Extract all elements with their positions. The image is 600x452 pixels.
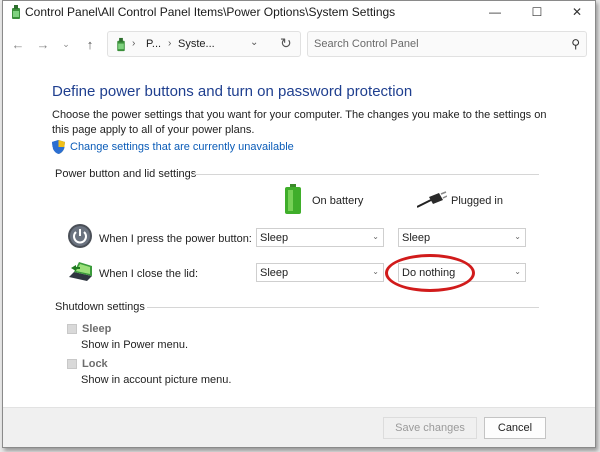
breadcrumb-power-options[interactable]: P... xyxy=(146,38,161,50)
lid-battery-value: Sleep xyxy=(260,267,289,279)
minimize-button[interactable]: — xyxy=(475,1,515,23)
sleep-checkbox[interactable] xyxy=(67,324,77,334)
power-button-battery-value: Sleep xyxy=(260,232,289,244)
sleep-checkbox-row[interactable]: Sleep xyxy=(67,323,111,335)
cancel-button[interactable]: Cancel xyxy=(484,417,546,439)
uac-shield-icon xyxy=(52,140,65,154)
power-button-battery-select[interactable]: Sleep ⌄ xyxy=(256,228,384,247)
refresh-icon[interactable]: ↻ xyxy=(280,35,292,52)
breadcrumb-separator: › xyxy=(168,38,172,49)
power-button-row-label: When I press the power button: xyxy=(99,233,252,245)
lid-battery-select[interactable]: Sleep ⌄ xyxy=(256,263,384,282)
search-input[interactable] xyxy=(308,32,586,56)
chevron-down-icon: ⌄ xyxy=(372,232,379,241)
on-battery-header: On battery xyxy=(312,195,364,207)
control-panel-icon xyxy=(117,37,125,52)
plugged-in-header: Plugged in xyxy=(451,195,503,207)
maximize-button[interactable]: ☐ xyxy=(517,1,557,23)
lid-row-label: When I close the lid: xyxy=(99,268,199,280)
up-button[interactable]: ↑ xyxy=(81,35,99,53)
annotation-highlight-circle xyxy=(385,254,475,292)
group-divider xyxy=(193,174,539,175)
chevron-down-icon: ⌄ xyxy=(514,232,521,241)
forward-button[interactable]: → xyxy=(34,35,52,53)
lock-checkbox-row[interactable]: Lock xyxy=(67,358,108,370)
breadcrumb-system-settings[interactable]: Syste... xyxy=(178,38,215,50)
page-title: Define power buttons and turn on passwor… xyxy=(52,83,413,100)
sleep-checkbox-label: Sleep xyxy=(82,323,112,335)
back-button[interactable]: ← xyxy=(9,35,27,53)
window-title: Control Panel\All Control Panel Items\Po… xyxy=(25,5,396,19)
page-description: Choose the power settings that you want … xyxy=(52,109,547,136)
power-button-icon xyxy=(68,224,92,248)
chevron-down-icon[interactable]: ⌄ xyxy=(250,37,258,48)
power-button-plugged-value: Sleep xyxy=(402,232,431,244)
battery-icon xyxy=(285,184,301,214)
laptop-lid-icon xyxy=(69,262,92,281)
system-settings-window: Control Panel\All Control Panel Items\Po… xyxy=(2,0,596,448)
chevron-down-icon: ⌄ xyxy=(514,267,521,276)
search-box[interactable]: ⚲ xyxy=(307,31,587,57)
lock-checkbox-label: Lock xyxy=(82,358,108,370)
shutdown-group-label: Shutdown settings xyxy=(55,301,145,313)
change-settings-link[interactable]: Change settings that are currently unava… xyxy=(52,140,294,154)
sleep-description: Show in Power menu. xyxy=(81,339,188,351)
footer-bar: Save changes Cancel xyxy=(3,407,595,447)
recent-locations-button[interactable]: ⌄ xyxy=(57,35,75,53)
search-icon[interactable]: ⚲ xyxy=(571,37,580,51)
group-divider xyxy=(147,307,539,308)
lock-description: Show in account picture menu. xyxy=(81,374,232,386)
title-bar: Control Panel\All Control Panel Items\Po… xyxy=(3,1,595,23)
navigation-bar: ← → ⌄ ↑ › P... › Syste... ⌄ ↻ ⚲ xyxy=(3,27,595,61)
power-group-label: Power button and lid settings xyxy=(55,168,197,180)
chevron-down-icon: ⌄ xyxy=(372,267,379,276)
close-button[interactable]: ✕ xyxy=(557,1,595,23)
power-button-plugged-select[interactable]: Sleep ⌄ xyxy=(398,228,526,247)
save-changes-button[interactable]: Save changes xyxy=(383,417,477,439)
change-settings-link-text[interactable]: Change settings that are currently unava… xyxy=(70,141,294,153)
address-bar[interactable]: › P... › Syste... ⌄ ↻ xyxy=(107,31,301,57)
control-panel-icon xyxy=(12,5,20,19)
lock-checkbox[interactable] xyxy=(67,359,77,369)
main-content: Define power buttons and turn on passwor… xyxy=(3,63,595,408)
power-plug-icon xyxy=(417,191,447,208)
breadcrumb-separator: › xyxy=(132,38,136,49)
